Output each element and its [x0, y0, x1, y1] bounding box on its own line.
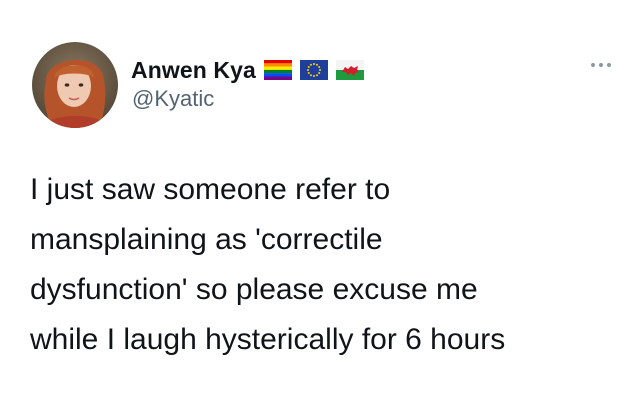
tweet-text-line: mansplaining as 'correctile [30, 223, 383, 256]
author-row: Anwen Kya [131, 56, 372, 84]
eu-flag-icon [299, 60, 328, 80]
tweet-text-line: I just saw someone refer to [30, 173, 391, 206]
tweet-text-line: dysfunction' so please excuse me [30, 273, 478, 306]
avatar[interactable] [32, 42, 118, 128]
user-handle[interactable]: @Kyatic [132, 86, 214, 112]
more-options-icon[interactable] [589, 58, 613, 70]
tweet-text: I just saw someone refer to mansplaining… [30, 165, 630, 365]
profile-photo-icon [32, 42, 118, 128]
tweet-card: Anwen Kya @Kyatic I just saw someone ref… [0, 0, 640, 401]
tweet-text-line: while I laugh hysterically for 6 hours [30, 323, 506, 356]
rainbow-flag-icon [263, 60, 292, 80]
welsh-flag-icon [335, 60, 364, 80]
display-name[interactable]: Anwen Kya [131, 57, 256, 84]
